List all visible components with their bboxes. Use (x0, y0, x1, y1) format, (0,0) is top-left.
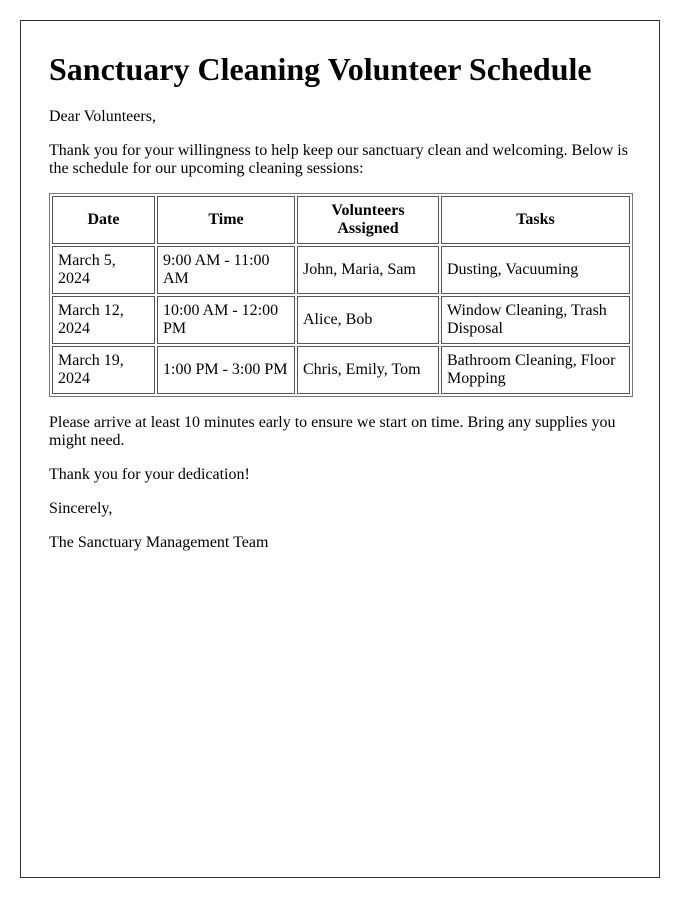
instructions-paragraph: Please arrive at least 10 minutes early … (49, 414, 616, 449)
page-title: Sanctuary Cleaning Volunteer Schedule (49, 51, 592, 87)
cell-date: March 5, 2024 (52, 246, 155, 294)
cell-time: 10:00 AM - 12:00 PM (157, 296, 295, 344)
cell-volunteers: Chris, Emily, Tom (297, 346, 439, 394)
table-row: March 5, 2024 9:00 AM - 11:00 AM John, M… (52, 246, 630, 294)
cell-date: March 19, 2024 (52, 346, 155, 394)
header-date: Date (52, 196, 155, 244)
header-time: Time (157, 196, 295, 244)
cell-time: 9:00 AM - 11:00 AM (157, 246, 295, 294)
letter-page: Sanctuary Cleaning Volunteer Schedule De… (20, 20, 660, 878)
closing-line: Sincerely, (49, 500, 113, 517)
cell-volunteers: Alice, Bob (297, 296, 439, 344)
header-tasks: Tasks (441, 196, 630, 244)
intro-paragraph: Thank you for your willingness to help k… (49, 142, 628, 177)
schedule-table: Date Time Volunteers Assigned Tasks Marc… (49, 193, 633, 397)
cell-tasks: Window Cleaning, Trash Disposal (441, 296, 630, 344)
cell-tasks: Dusting, Vacuuming (441, 246, 630, 294)
signature-line: The Sanctuary Management Team (49, 534, 269, 551)
cell-tasks: Bathroom Cleaning, Floor Mopping (441, 346, 630, 394)
table-header-row: Date Time Volunteers Assigned Tasks (52, 196, 630, 244)
table-row: March 19, 2024 1:00 PM - 3:00 PM Chris, … (52, 346, 630, 394)
table-row: March 12, 2024 10:00 AM - 12:00 PM Alice… (52, 296, 630, 344)
cell-date: March 12, 2024 (52, 296, 155, 344)
thanks-line: Thank you for your dedication! (49, 466, 250, 483)
header-volunteers: Volunteers Assigned (297, 196, 439, 244)
cell-time: 1:00 PM - 3:00 PM (157, 346, 295, 394)
cell-volunteers: John, Maria, Sam (297, 246, 439, 294)
greeting: Dear Volunteers, (49, 108, 156, 125)
